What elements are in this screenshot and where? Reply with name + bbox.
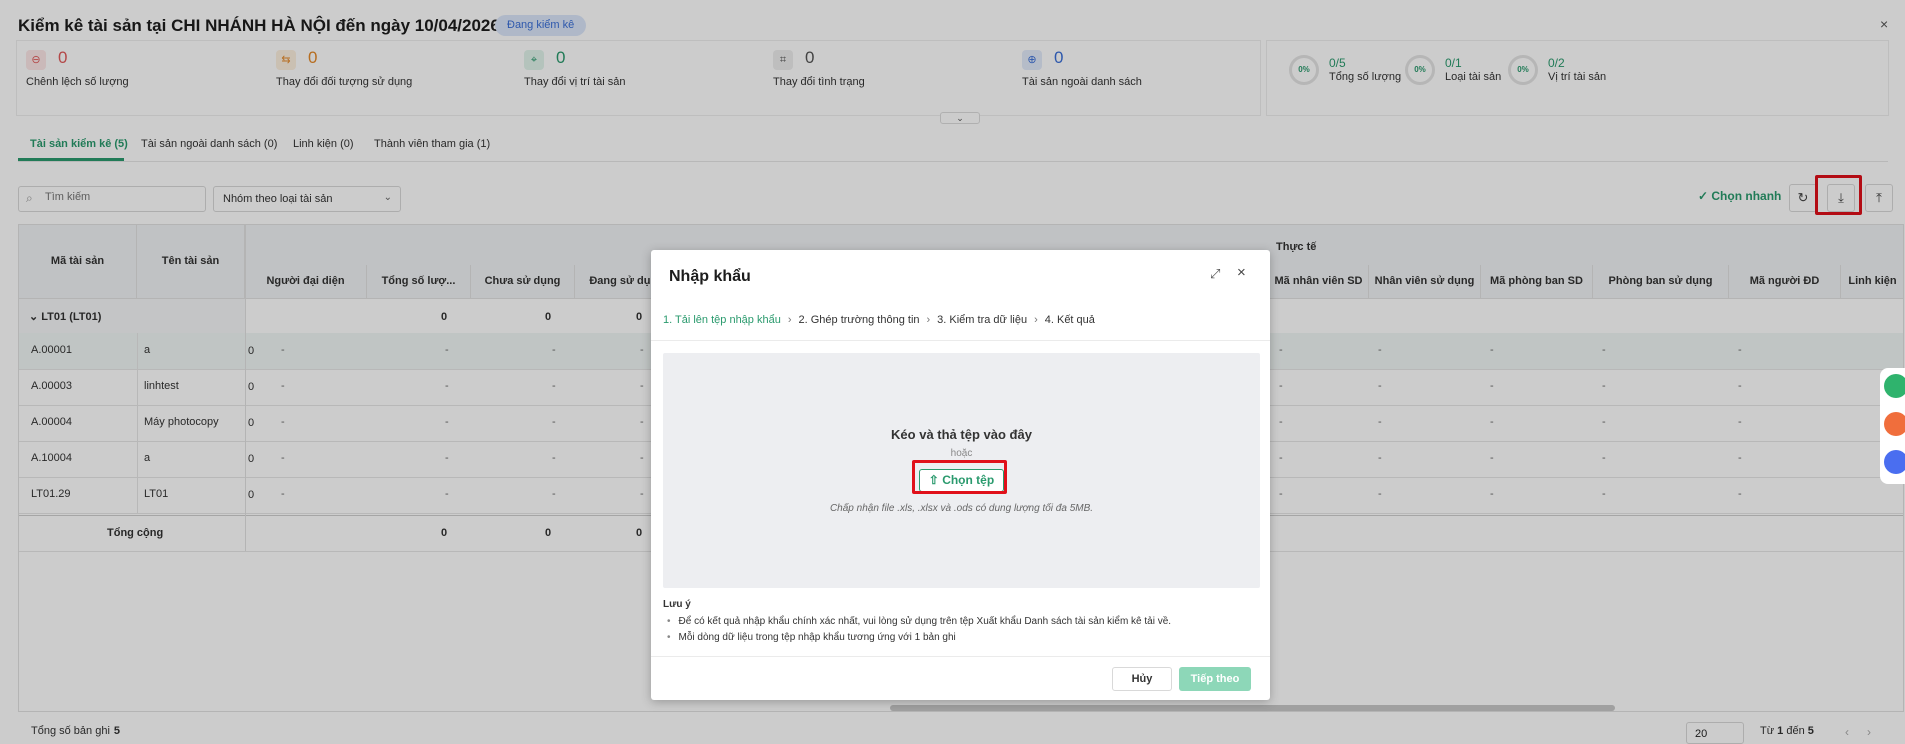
dropzone-or: hoặc (950, 448, 973, 459)
modal-title: Nhập khẩu (669, 268, 751, 285)
dropzone-hint: Chấp nhận file .xls, .xlsx và .ods có du… (829, 503, 1094, 514)
close-icon[interactable]: × (1237, 264, 1246, 281)
note-item: Mỗi dòng dữ liệu trong tệp nhập khẩu tươ… (667, 632, 956, 643)
import-steps: 1. Tải lên tệp nhập khẩu › 2. Ghép trường … (663, 314, 1260, 326)
expand-icon[interactable]: ⤢ (1210, 266, 1220, 282)
chevron-right-icon: › (787, 314, 792, 326)
next-button[interactable]: Tiếp theo (1179, 667, 1251, 691)
chevron-right-icon: › (926, 314, 931, 326)
chat-bot-icon[interactable] (1884, 374, 1905, 398)
file-dropzone[interactable]: Kéo và thả tệp vào đây hoặc ⇧ Chọn tệp C… (663, 353, 1260, 588)
message-icon[interactable] (1884, 450, 1905, 474)
note-item: Để có kết quả nhập khẩu chính xác nhất, … (667, 616, 1172, 627)
step-validate: 3. Kiểm tra dữ liệu (937, 314, 1028, 326)
cancel-button[interactable]: Hủy (1112, 667, 1172, 691)
import-modal: Nhập khẩu ⤢ × 1. Tải lên tệp nhập khẩu › 2… (651, 250, 1270, 700)
modal-footer-divider (651, 656, 1270, 657)
choose-file-highlight-box (912, 460, 1007, 494)
step-upload: 1. Tải lên tệp nhập khẩu (663, 314, 781, 326)
note-title: Lưu ý (663, 599, 691, 610)
step-result: 4. Kết quả (1044, 314, 1095, 326)
chevron-right-icon: › (1034, 314, 1038, 326)
modal-divider (651, 340, 1270, 341)
spark-icon[interactable] (1884, 412, 1905, 436)
step-map-fields: 2. Ghép trường thông tin (798, 314, 920, 326)
side-widgets (1880, 368, 1905, 484)
dropzone-title: Kéo và thả tệp vào đây (891, 427, 1032, 442)
